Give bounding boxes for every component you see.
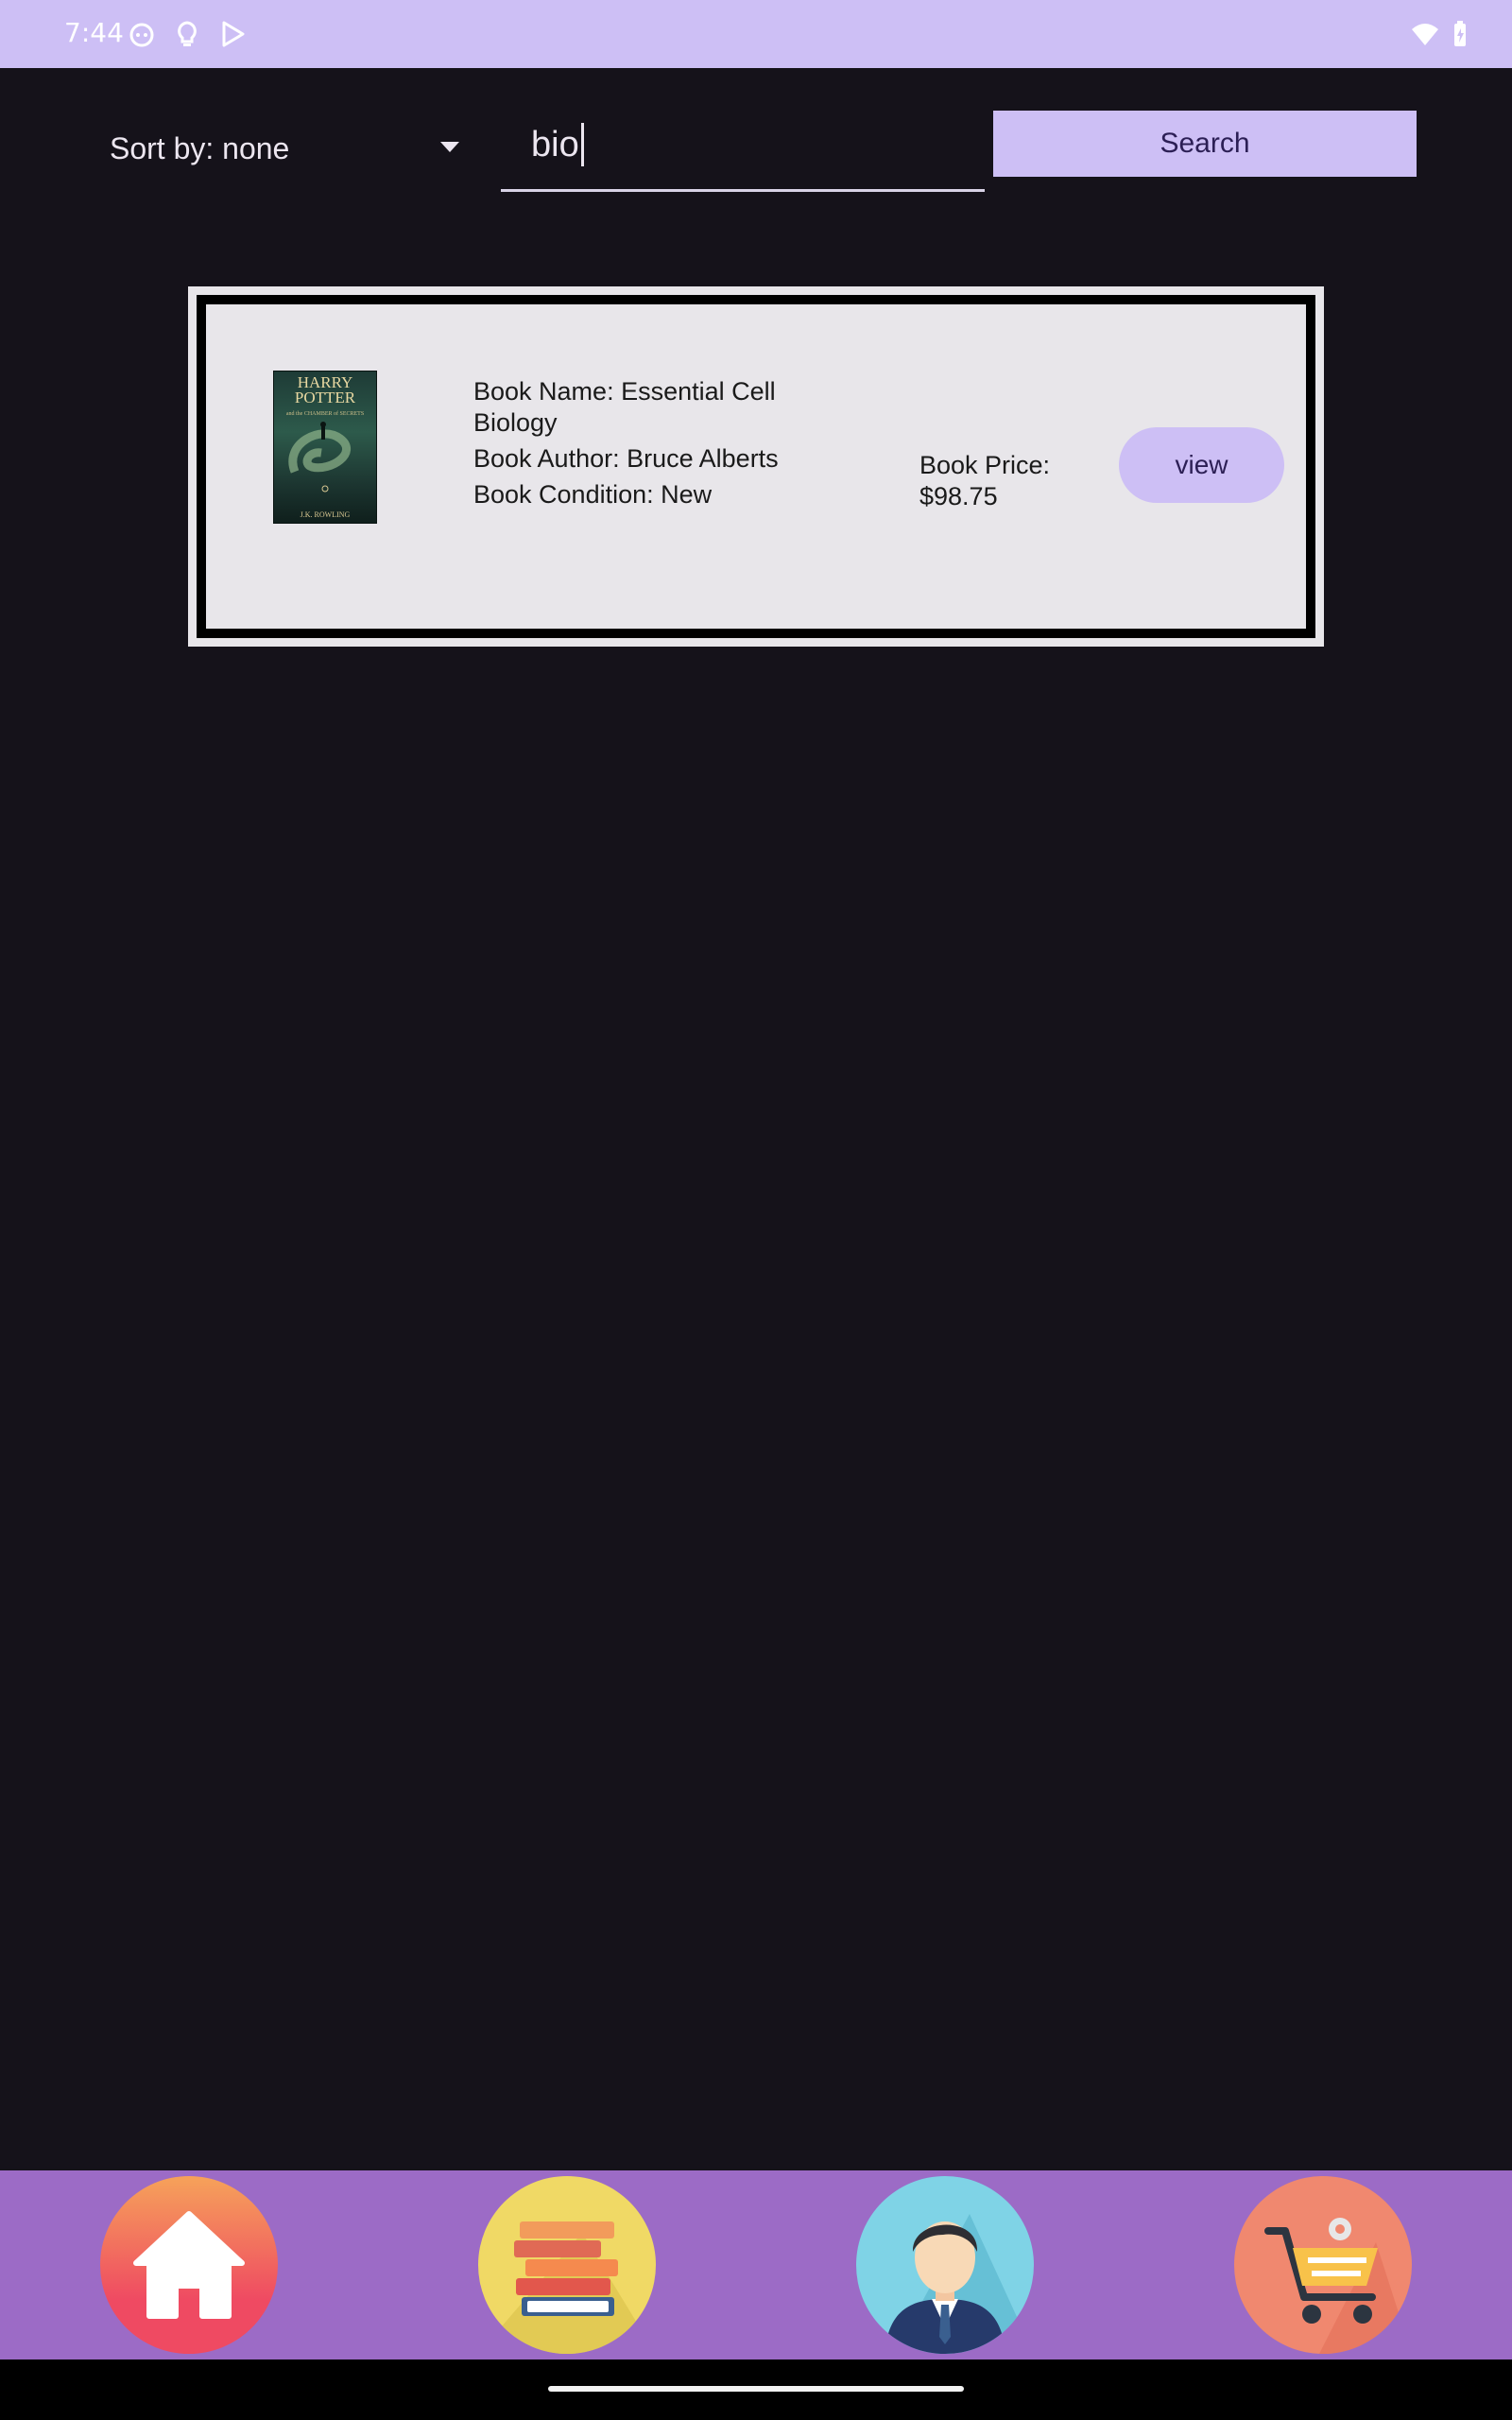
gesture-handle[interactable] — [548, 2386, 964, 2392]
book-cover-image: HARRY POTTER and the CHAMBER of SECRETS … — [274, 372, 376, 523]
status-time: 7:44 — [64, 17, 124, 48]
books-icon — [478, 2221, 656, 2354]
sort-label: Sort by: none — [110, 130, 290, 165]
profile-icon — [885, 2214, 1034, 2354]
status-bar: 7:44 — [0, 0, 1512, 68]
book-condition: Book Condition: New — [473, 480, 713, 509]
cart-icon — [1264, 2218, 1412, 2354]
chevron-down-icon — [440, 142, 459, 152]
nav-cart-button[interactable] — [1234, 2176, 1412, 2354]
search-input-value: bio — [531, 123, 584, 166]
cover-subtitle: and the CHAMBER of SECRETS — [286, 410, 364, 417]
face-icon — [129, 23, 154, 47]
view-button[interactable]: view — [1119, 427, 1284, 503]
cover-title: HARRY POTTER — [294, 373, 356, 406]
home-icon — [133, 2211, 245, 2319]
nav-books-button[interactable] — [478, 2176, 656, 2354]
sort-dropdown[interactable]: Sort by: none — [94, 113, 472, 183]
search-button[interactable]: Search — [993, 111, 1417, 177]
search-input[interactable]: bio — [501, 112, 985, 192]
wifi-icon — [1412, 24, 1438, 45]
battery-icon — [1454, 21, 1466, 46]
play-store-icon — [222, 21, 245, 47]
nav-profile-button[interactable] — [856, 2176, 1034, 2354]
cover-author: J.K. ROWLING — [300, 510, 351, 519]
nav-home-button[interactable] — [100, 2176, 278, 2354]
lightbulb-icon — [178, 21, 197, 46]
book-details: Book Name: Essential Cell Biology Book A… — [473, 376, 814, 515]
book-price: Book Price: $98.75 — [919, 451, 1051, 510]
book-name: Book Name: Essential Cell Biology — [473, 377, 776, 437]
book-author: Book Author: Bruce Alberts — [473, 444, 779, 473]
cover-art: and the CHAMBER of SECRETS — [286, 410, 364, 493]
